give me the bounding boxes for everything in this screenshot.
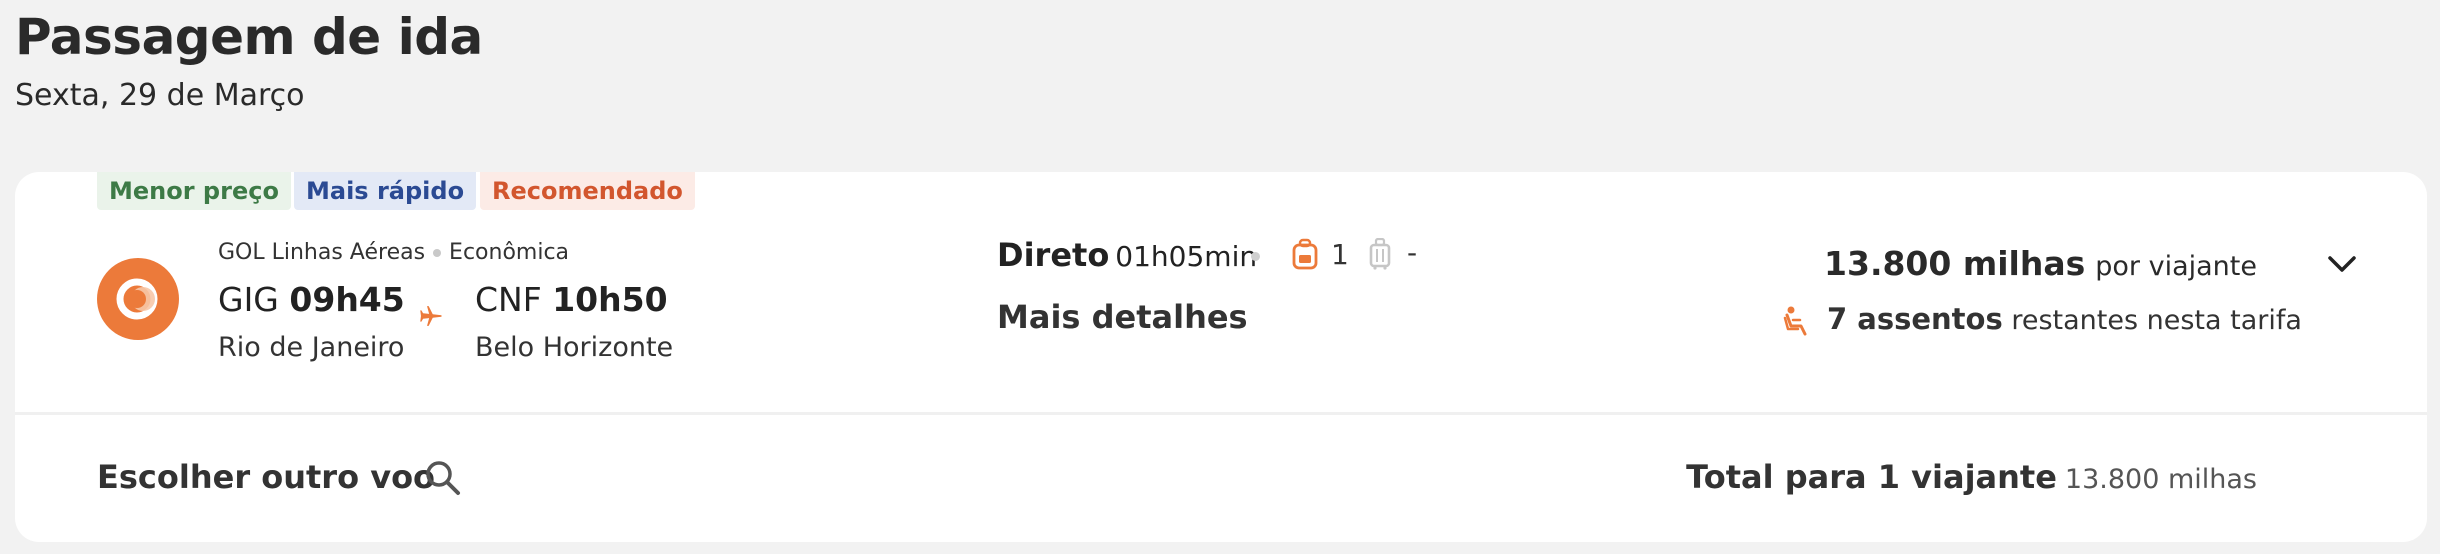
destination-code-time: CNF 10h50 xyxy=(475,280,668,319)
page-title: Passagem de ida xyxy=(15,8,483,66)
price-value: 13.800 milhas xyxy=(1824,244,2086,283)
more-details-link[interactable]: Mais detalhes xyxy=(997,298,1248,336)
carry-on-count: 1 xyxy=(1331,238,1349,271)
checked-bag-value: - xyxy=(1407,236,1418,269)
backpack-icon xyxy=(1292,238,1318,270)
destination-city: Belo Horizonte xyxy=(475,332,674,363)
choose-other-flight-button[interactable]: Escolher outro voo xyxy=(97,458,435,496)
origin-code: GIG xyxy=(218,280,279,319)
total-value: 13.800 milhas xyxy=(2064,464,2257,495)
seats-suffix: restantes nesta tarifa xyxy=(2011,305,2302,336)
price: 13.800 milhas por viajante xyxy=(1824,244,2257,283)
seats-remaining: 7 assentos restantes nesta tarifa xyxy=(1827,302,2302,336)
total-price: Total para 1 viajante 13.800 milhas xyxy=(1686,458,2257,496)
destination-code: CNF xyxy=(475,280,542,319)
airline-info: GOL Linhas Aéreas Econômica xyxy=(218,240,569,265)
flight-stops: Direto 01h05min xyxy=(997,236,1257,274)
flight-date: Sexta, 29 de Março xyxy=(15,78,305,113)
tag-cheapest: Menor preço xyxy=(97,172,291,210)
total-label: Total para 1 viajante xyxy=(1686,458,2057,496)
departure-time: 09h45 xyxy=(289,280,405,319)
card-divider xyxy=(15,412,2427,415)
airline-name: GOL Linhas Aéreas xyxy=(218,240,426,265)
stops-label: Direto xyxy=(997,236,1110,274)
tag-fastest: Mais rápido xyxy=(294,172,477,210)
arrival-time: 10h50 xyxy=(552,280,668,319)
flight-card[interactable]: Menor preço Mais rápido Recomendado GOL … xyxy=(15,172,2427,542)
seat-icon xyxy=(1783,306,1807,336)
seats-count: 7 assentos xyxy=(1827,302,2003,336)
separator-dot xyxy=(433,249,442,257)
origin-code-time: GIG 09h45 xyxy=(218,280,405,319)
separator-dot xyxy=(1251,252,1260,261)
origin-city: Rio de Janeiro xyxy=(218,332,405,363)
cabin-class: Econômica xyxy=(449,240,570,265)
search-icon[interactable] xyxy=(423,458,463,498)
flight-duration: 01h05min xyxy=(1115,240,1258,273)
chevron-down-icon[interactable] xyxy=(2325,252,2359,276)
gol-logo-icon xyxy=(97,258,179,340)
luggage-icon xyxy=(1369,238,1391,270)
price-suffix: por viajante xyxy=(2095,251,2257,282)
plane-icon xyxy=(420,306,442,326)
tag-recommended: Recomendado xyxy=(480,172,695,210)
